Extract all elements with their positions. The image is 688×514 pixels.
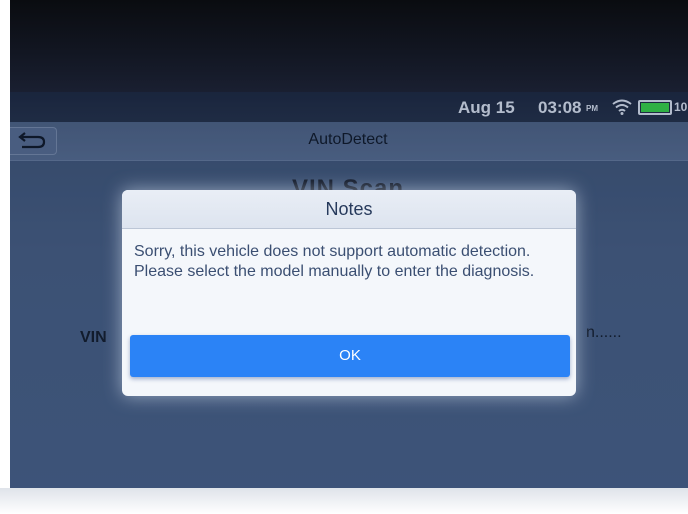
- photo-border-left: [0, 0, 10, 514]
- device-bezel-top: [0, 0, 688, 95]
- device-screen: Aug 15 03:08 PM 10 AutoDetect VIN Scan V…: [8, 92, 688, 490]
- ok-button[interactable]: OK: [130, 335, 570, 377]
- dialog-title: Notes: [325, 199, 373, 219]
- dialog-header: Notes: [122, 190, 576, 229]
- photo-border-bottom: [0, 488, 688, 514]
- notes-dialog: Notes Sorry, this vehicle does not suppo…: [122, 190, 576, 396]
- dialog-message: Sorry, this vehicle does not support aut…: [134, 243, 535, 280]
